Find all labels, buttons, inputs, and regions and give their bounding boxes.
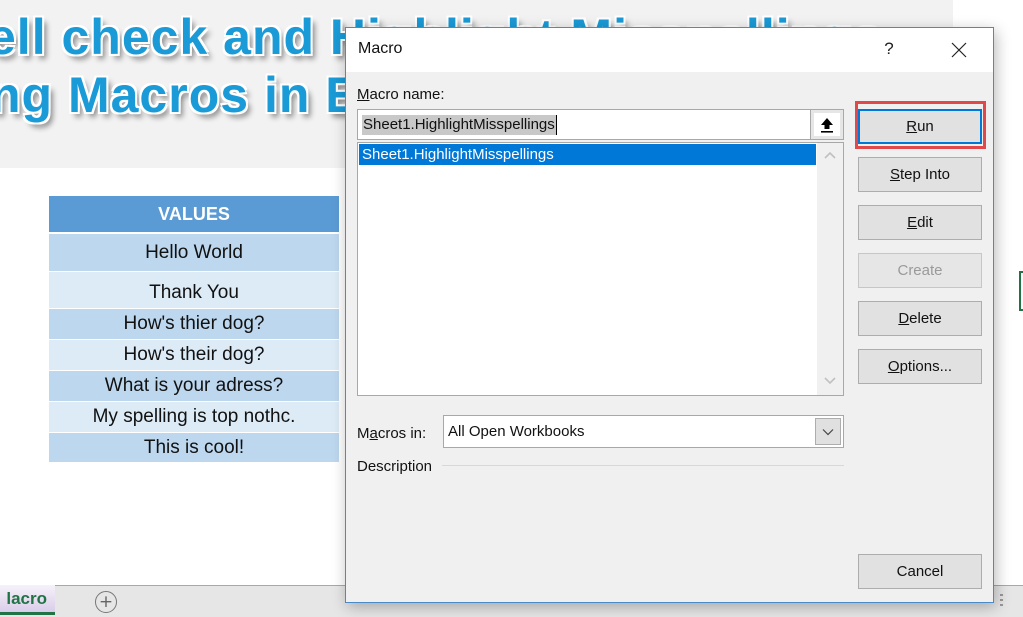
cancel-button[interactable]: Cancel: [858, 554, 982, 589]
collapse-dialog-button[interactable]: [810, 109, 844, 140]
description-divider: [442, 465, 844, 466]
macro-name-input[interactable]: Sheet1.HighlightMisspellings: [357, 109, 843, 140]
arrow-up-collapse-icon: [821, 117, 833, 133]
macros-in-select[interactable]: All Open Workbooks: [443, 415, 844, 448]
macros-in-value: All Open Workbooks: [448, 423, 585, 440]
sheet-tab-active[interactable]: lacro: [0, 585, 55, 615]
macros-in-label: Macros in:: [357, 425, 427, 442]
close-icon: [951, 42, 967, 58]
macro-list[interactable]: Sheet1.HighlightMisspellings: [357, 142, 844, 396]
values-table-header[interactable]: VALUES: [49, 196, 339, 234]
macro-dialog: Macro ? Macro name: Sheet1.HighlightMiss…: [345, 27, 994, 603]
macro-name-label: Macro name:: [357, 86, 445, 103]
chevron-down-icon: [822, 428, 834, 435]
table-row[interactable]: Thank You: [49, 272, 339, 309]
table-row[interactable]: Hello World: [49, 234, 339, 272]
edit-button[interactable]: Edit: [858, 205, 982, 240]
create-button[interactable]: Create: [858, 253, 982, 288]
table-row[interactable]: How's thier dog?: [49, 309, 339, 340]
dialog-title: Macro: [358, 40, 403, 57]
macro-list-item-selected[interactable]: Sheet1.HighlightMisspellings: [359, 144, 816, 165]
list-scrollbar[interactable]: [817, 143, 843, 395]
table-row[interactable]: What is your adress?: [49, 371, 339, 402]
table-row[interactable]: How's their dog?: [49, 340, 339, 371]
access-key: M: [357, 86, 370, 103]
chevron-down-icon[interactable]: [823, 373, 837, 387]
active-cell-cursor[interactable]: [1019, 271, 1023, 311]
tab-splitter-handle[interactable]: [1000, 594, 1003, 608]
description-label: Description: [357, 458, 433, 475]
dialog-titlebar[interactable]: Macro ?: [346, 28, 993, 72]
plus-circle-icon[interactable]: +: [95, 591, 117, 613]
dropdown-button[interactable]: [815, 418, 841, 445]
macro-name-label-rest: acro name:: [369, 86, 445, 103]
chevron-up-icon[interactable]: [823, 149, 837, 163]
options-button[interactable]: Options...: [858, 349, 982, 384]
step-into-button[interactable]: Step Into: [858, 157, 982, 192]
table-row[interactable]: My spelling is top nothc.: [49, 402, 339, 433]
values-table: VALUES Hello World Thank You How's thier…: [49, 196, 339, 463]
help-button[interactable]: ?: [876, 36, 902, 62]
delete-button[interactable]: Delete: [858, 301, 982, 336]
macro-name-value: Sheet1.HighlightMisspellings: [362, 115, 557, 135]
run-button[interactable]: Run: [858, 109, 982, 144]
close-button[interactable]: [941, 34, 977, 66]
table-row[interactable]: This is cool!: [49, 433, 339, 463]
